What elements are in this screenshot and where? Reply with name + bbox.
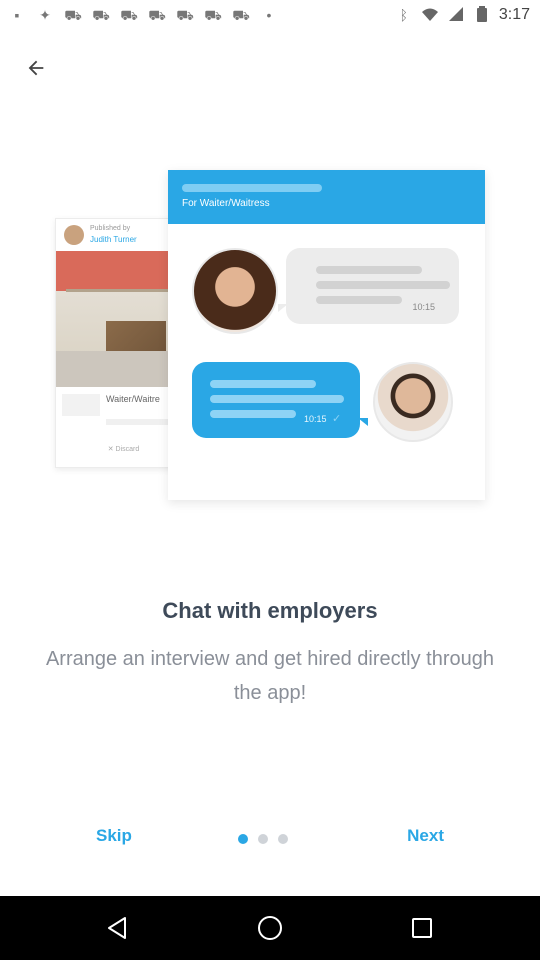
onboarding-title: Chat with employers — [162, 598, 378, 623]
nav-home-button[interactable] — [254, 912, 286, 944]
next-button[interactable]: Next — [407, 826, 444, 846]
page-dot-active — [238, 834, 248, 844]
bluetooth-icon: ᛒ — [399, 7, 409, 23]
published-by-label: Published by — [90, 225, 131, 232]
status-bar: ▪ ✦ ⛟ ⛟ ⛟ ⛟ ⛟ ⛟ ⛟ • ᛒ 3:17 — [0, 0, 540, 34]
chat-card-title: For Waiter/Waitress — [182, 198, 270, 209]
onboarding-illustration: Published by Judith Turner Waiter/Waitre… — [40, 160, 500, 500]
page-indicator — [238, 834, 288, 844]
status-bar-right: ᛒ 3:17 — [395, 6, 530, 24]
navigation-bar — [0, 896, 540, 960]
chat-card-header: For Waiter/Waitress — [168, 170, 485, 224]
received-message-bubble: 10:15 — [278, 248, 459, 324]
car-icon: ⛟ — [176, 7, 194, 23]
skip-button[interactable]: Skip — [96, 826, 132, 846]
nav-back-button[interactable] — [102, 912, 134, 944]
job-title-label: Waiter/Waitre — [106, 394, 160, 404]
dot-icon: • — [266, 7, 272, 23]
battery-icon — [473, 6, 491, 24]
home-circle-icon — [258, 916, 282, 940]
chat-card: For Waiter/Waitress 10:15 10:15 ✓ — [168, 170, 485, 500]
back-button[interactable] — [18, 50, 54, 86]
status-time: 3:17 — [498, 6, 530, 23]
candidate-avatar — [373, 362, 453, 442]
header-placeholder-bar — [182, 184, 322, 192]
arrow-left-icon — [28, 60, 44, 76]
signal-icon — [447, 6, 465, 24]
publisher-avatar — [64, 225, 84, 245]
nav-recents-button[interactable] — [406, 912, 438, 944]
settings-icon: ✦ — [39, 7, 51, 23]
received-message-time: 10:15 — [412, 302, 435, 312]
car-icon: ⛟ — [232, 7, 250, 23]
page-dot — [278, 834, 288, 844]
check-icon: ✓ — [332, 413, 342, 425]
wifi-icon — [421, 6, 439, 24]
car-icon: ⛟ — [148, 7, 166, 23]
notification-icon: ▪ — [14, 7, 20, 23]
car-icon: ⛟ — [204, 7, 222, 23]
publisher-name: Judith Turner — [90, 235, 137, 244]
back-triangle-icon — [108, 917, 126, 939]
placeholder-box — [62, 394, 100, 416]
onboarding-description: Arrange an interview and get hired direc… — [45, 648, 495, 704]
recents-square-icon — [412, 918, 432, 938]
car-icon: ⛟ — [64, 7, 82, 23]
sent-message-time: 10:15 — [304, 414, 327, 424]
status-bar-left: ▪ ✦ ⛟ ⛟ ⛟ ⛟ ⛟ ⛟ ⛟ • — [8, 6, 278, 24]
sent-message-bubble: 10:15 ✓ — [192, 362, 368, 438]
car-icon: ⛟ — [120, 7, 138, 23]
employer-avatar — [192, 248, 278, 334]
car-icon: ⛟ — [92, 7, 110, 23]
page-dot — [258, 834, 268, 844]
